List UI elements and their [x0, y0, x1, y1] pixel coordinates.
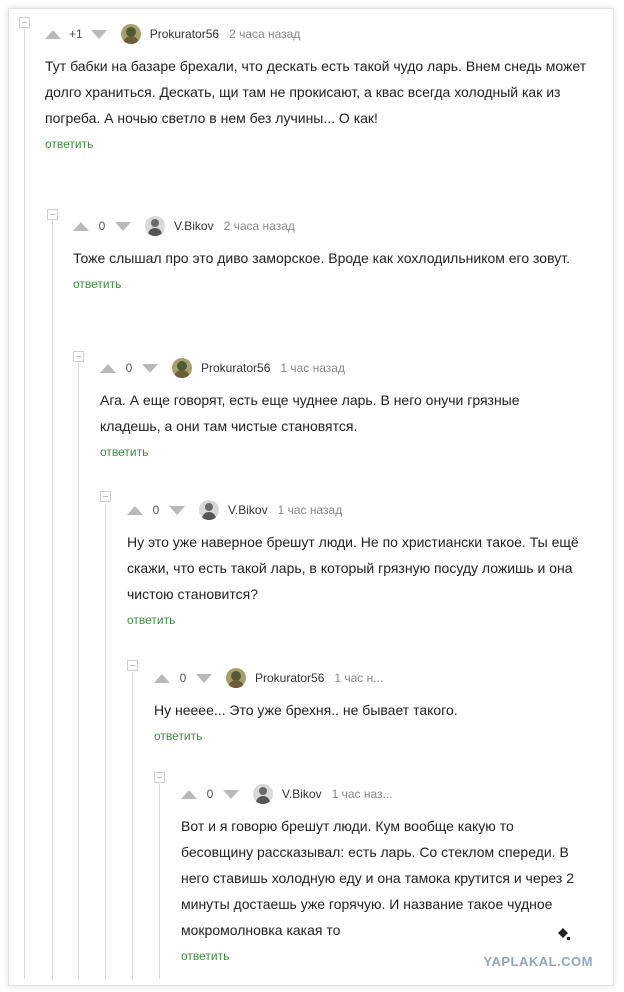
arrow-down-icon[interactable]	[142, 363, 158, 373]
arrow-down-icon[interactable]	[90, 29, 107, 39]
reply-link[interactable]: ответить	[100, 445, 148, 459]
thread-line	[78, 363, 79, 979]
comment-time: 2 часа назад	[229, 27, 301, 41]
avatar[interactable]	[145, 216, 165, 236]
avatar[interactable]	[253, 784, 273, 804]
reply-link[interactable]: ответить	[154, 729, 202, 743]
avatar[interactable]	[120, 24, 141, 44]
comment: 0 Prokurator56 1 час н... Ну неeee... Эт…	[154, 667, 584, 745]
arrow-up-icon[interactable]	[127, 505, 143, 515]
comment-meta: 0 V.Bikov 2 часа назад	[73, 215, 583, 237]
comment-meta: 0 Prokurator56 1 час назад	[100, 357, 580, 379]
comment-author[interactable]: Prokurator56	[255, 671, 324, 685]
comment-author[interactable]: V.Bikov	[174, 219, 214, 233]
avatar[interactable]	[199, 500, 219, 520]
collapse-thread-icon[interactable]	[73, 351, 84, 362]
comment-text: Тут бабки на базаре брехали, что дескать…	[45, 58, 587, 126]
comment-text: Тоже слышал про это диво заморское. Врод…	[73, 250, 570, 266]
comment-meta: 0 Prokurator56 1 час н...	[154, 667, 584, 689]
avatar[interactable]	[172, 358, 192, 378]
avatar[interactable]	[226, 668, 246, 688]
comment-text: Ну неeee... Это уже брехня.. не бывает т…	[154, 702, 458, 718]
comment-author[interactable]: Prokurator56	[150, 27, 219, 41]
thread-line	[159, 784, 160, 979]
watermark: YAPLAKAL.COM	[483, 954, 593, 969]
collapse-thread-icon[interactable]	[127, 660, 138, 671]
thread-line	[24, 29, 25, 979]
thread-line	[132, 672, 133, 979]
comment-time: 2 часа назад	[223, 219, 295, 233]
comment-text: Ага. А еще говорят, есть еще чуднее ларь…	[100, 392, 520, 434]
comment-rating: 0	[98, 219, 106, 233]
comment: 0 V.Bikov 1 час наз... Вот и я говорю бр…	[181, 783, 581, 965]
comment-text: Ну это уже наверное брешут люди. Не по х…	[127, 534, 579, 602]
comment-author[interactable]: V.Bikov	[282, 787, 322, 801]
arrow-up-icon[interactable]	[73, 221, 89, 231]
thread-line	[52, 221, 53, 981]
reply-link[interactable]: ответить	[73, 277, 121, 291]
arrow-up-icon[interactable]	[45, 29, 61, 39]
comment-rating: 0	[179, 671, 187, 685]
reply-link[interactable]: ответить	[127, 613, 175, 627]
collapse-thread-icon[interactable]	[100, 491, 111, 502]
comment-text: Вот и я говорю брешут люди. Кум вообще к…	[181, 818, 574, 938]
comment-rating: 0	[206, 787, 214, 801]
comment-rating: 0	[152, 503, 160, 517]
comment-rating: 0	[125, 361, 133, 375]
comment-thread: +1 Prokurator56 2 часа назад Тут бабки н…	[8, 8, 614, 986]
comment-time: 1 час назад	[280, 361, 345, 375]
comment-meta: 0 V.Bikov 1 час назад	[127, 499, 597, 521]
arrow-down-icon[interactable]	[223, 789, 239, 799]
comment-meta: +1 Prokurator56 2 часа назад	[45, 23, 595, 45]
comment-time: 1 час назад	[277, 503, 343, 517]
comment-author[interactable]: Prokurator56	[201, 361, 270, 375]
arrow-up-icon[interactable]	[100, 363, 116, 373]
comment-rating: +1	[69, 27, 83, 41]
collapse-thread-icon[interactable]	[47, 209, 58, 220]
collapse-thread-icon[interactable]	[19, 17, 30, 28]
comment-meta: 0 V.Bikov 1 час наз...	[181, 783, 581, 805]
reply-link[interactable]: ответить	[181, 949, 229, 963]
arrow-up-icon[interactable]	[154, 673, 170, 683]
comment-time: 1 час н...	[334, 671, 384, 685]
comment: 0 Prokurator56 1 час назад Ага. А еще го…	[100, 357, 580, 461]
comment: +1 Prokurator56 2 часа назад Тут бабки н…	[45, 23, 595, 153]
arrow-up-icon[interactable]	[181, 789, 197, 799]
comment: 0 V.Bikov 2 часа назад Тоже слышал про э…	[73, 215, 583, 293]
paint-bucket-icon	[555, 926, 571, 945]
arrow-down-icon[interactable]	[169, 505, 185, 515]
reply-link[interactable]: ответить	[45, 137, 93, 151]
comment: 0 V.Bikov 1 час назад Ну это уже наверно…	[127, 499, 597, 629]
arrow-down-icon[interactable]	[196, 673, 212, 683]
comment-time: 1 час наз...	[331, 787, 393, 801]
arrow-down-icon[interactable]	[115, 221, 131, 231]
comment-author[interactable]: V.Bikov	[228, 503, 268, 517]
collapse-thread-icon[interactable]	[154, 772, 165, 783]
thread-line	[105, 503, 106, 979]
